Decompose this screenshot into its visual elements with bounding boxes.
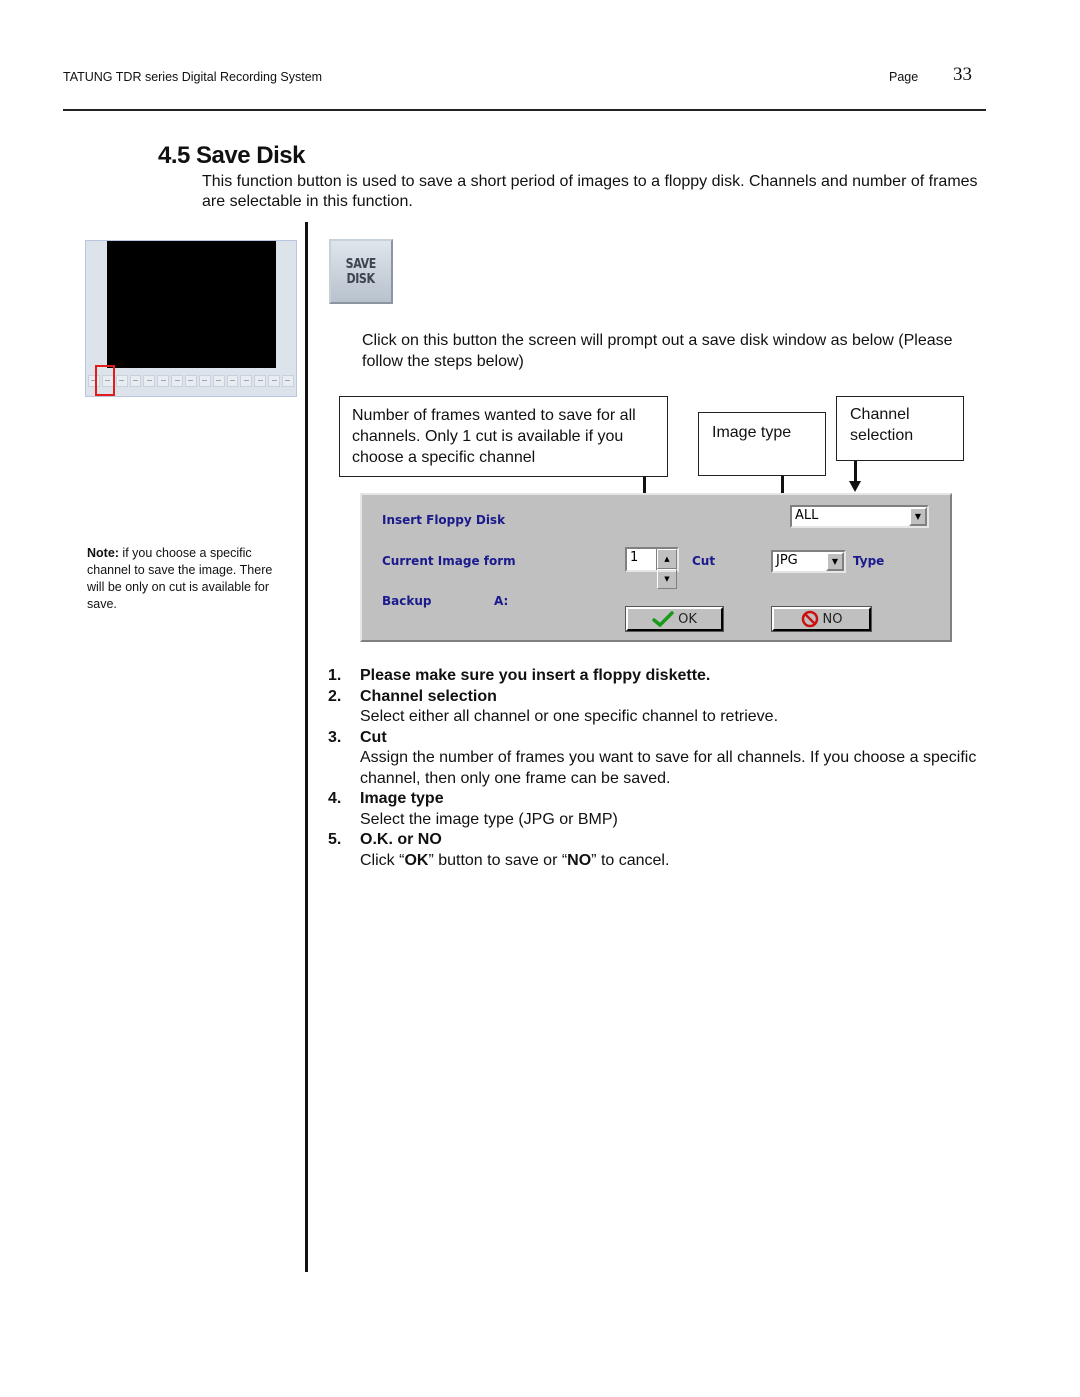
steps-list: 1. Please make sure you insert a floppy … xyxy=(328,666,988,871)
callout-frames: Number of frames wanted to save for all … xyxy=(339,396,668,477)
stepper-down-icon[interactable]: ▼ xyxy=(657,569,677,589)
step-description: Click “OK” button to save or “NO” to can… xyxy=(360,851,988,872)
callout-image-type: Image type xyxy=(698,412,826,476)
dvr-screen-thumbnail xyxy=(85,240,297,397)
step-item: 1. Please make sure you insert a floppy … xyxy=(328,666,988,687)
toolbar-button xyxy=(129,375,142,387)
toolbar-button xyxy=(212,375,225,387)
step-title: Channel selection xyxy=(360,687,497,705)
toolbar-button xyxy=(282,375,294,387)
document-header-title: TATUNG TDR series Digital Recording Syst… xyxy=(63,70,323,84)
cut-label: Cut xyxy=(692,554,716,568)
column-divider xyxy=(305,222,308,1272)
insert-floppy-label: Insert Floppy Disk xyxy=(382,513,506,527)
chevron-down-icon[interactable]: ▼ xyxy=(909,507,927,526)
step-description: Assign the number of frames you want to … xyxy=(360,749,977,787)
header-divider xyxy=(63,109,986,111)
step-item: 3. Cut Assign the number of frames you w… xyxy=(328,728,988,790)
step-description: Select either all channel or one specifi… xyxy=(360,708,779,725)
step-number: 1. xyxy=(328,667,342,684)
toolbar-button xyxy=(185,375,197,387)
channel-select[interactable]: ALL ▼ xyxy=(790,505,929,528)
toolbar-button xyxy=(240,375,253,387)
desc-ok-emphasis: OK xyxy=(404,851,429,869)
step-number: 2. xyxy=(328,687,342,705)
toolbar-button xyxy=(115,375,128,387)
toolbar-button xyxy=(226,375,239,387)
step-title: O.K. or NO xyxy=(360,831,442,848)
chevron-down-icon[interactable]: ▼ xyxy=(826,552,844,571)
desc-text: Click “ xyxy=(360,851,405,869)
backup-label: Backup xyxy=(382,594,432,608)
step-item: 2. Channel selection Select either all c… xyxy=(328,687,988,728)
ok-button[interactable]: OK xyxy=(625,606,724,632)
page-label: Page xyxy=(889,70,919,84)
section-intro: This function button is used to save a s… xyxy=(202,173,978,210)
backup-drive: A: xyxy=(494,594,509,608)
page-number: 33 xyxy=(953,64,972,85)
stepper-up-icon[interactable]: ▲ xyxy=(657,549,677,569)
cut-stepper-value: 1 xyxy=(630,550,639,565)
toolbar-button xyxy=(143,375,156,387)
toolbar-button xyxy=(171,375,184,387)
image-type-value: JPG xyxy=(776,553,798,568)
type-label: Type xyxy=(853,554,885,568)
toolbar-button xyxy=(157,375,170,387)
desc-no-emphasis: NO xyxy=(567,851,592,869)
current-image-form-label: Current Image form xyxy=(382,554,516,568)
toolbar-buttons xyxy=(88,375,294,387)
note-label: Note: xyxy=(87,546,119,560)
prohibited-icon xyxy=(801,610,818,628)
no-button[interactable]: NO xyxy=(771,606,872,632)
toolbar-button xyxy=(198,375,211,387)
arrow-down-icon xyxy=(849,481,861,492)
step-item: 4. Image type Select the image type (JPG… xyxy=(328,789,988,830)
step-title: Image type xyxy=(360,790,444,807)
toolbar-button xyxy=(254,375,267,387)
instruction-text: Click on this button the screen will pro… xyxy=(362,332,953,370)
cut-stepper[interactable]: 1 ▲ ▼ xyxy=(625,547,679,589)
desc-text: ” to cancel. xyxy=(591,851,670,869)
no-button-label: NO xyxy=(822,611,843,627)
highlight-box xyxy=(95,365,115,396)
step-title: Cut xyxy=(360,728,387,746)
step-title: Please make sure you insert a floppy dis… xyxy=(360,667,711,684)
section-title: 4.5 Save Disk xyxy=(158,142,305,169)
save-disk-dialog: Insert Floppy Disk Current Image form Ba… xyxy=(360,493,952,642)
save-disk-label-line1: SAVE xyxy=(345,256,377,272)
save-disk-label-line2: DISK xyxy=(346,271,376,287)
video-display-area xyxy=(107,241,276,368)
callout-channel-selection: Channel selection xyxy=(836,396,964,461)
toolbar-button xyxy=(268,375,281,387)
image-type-select[interactable]: JPG ▼ xyxy=(771,550,846,573)
desc-text: ” button to save or “ xyxy=(428,851,568,869)
sidebar-note: Note: if you choose a specific channel t… xyxy=(87,545,292,613)
step-number: 4. xyxy=(328,790,342,807)
step-number: 3. xyxy=(328,728,342,746)
step-item: 5. O.K. or NO Click “OK” button to save … xyxy=(328,830,988,871)
channel-select-value: ALL xyxy=(795,508,819,523)
ok-button-label: OK xyxy=(678,611,697,627)
step-description: Select the image type (JPG or BMP) xyxy=(360,810,618,828)
checkmark-icon xyxy=(652,611,674,627)
stepper-controls[interactable]: ▲ ▼ xyxy=(656,549,677,589)
arrow-channel-line xyxy=(854,461,857,481)
save-disk-button[interactable]: SAVE DISK xyxy=(329,239,393,304)
step-number: 5. xyxy=(328,831,342,848)
